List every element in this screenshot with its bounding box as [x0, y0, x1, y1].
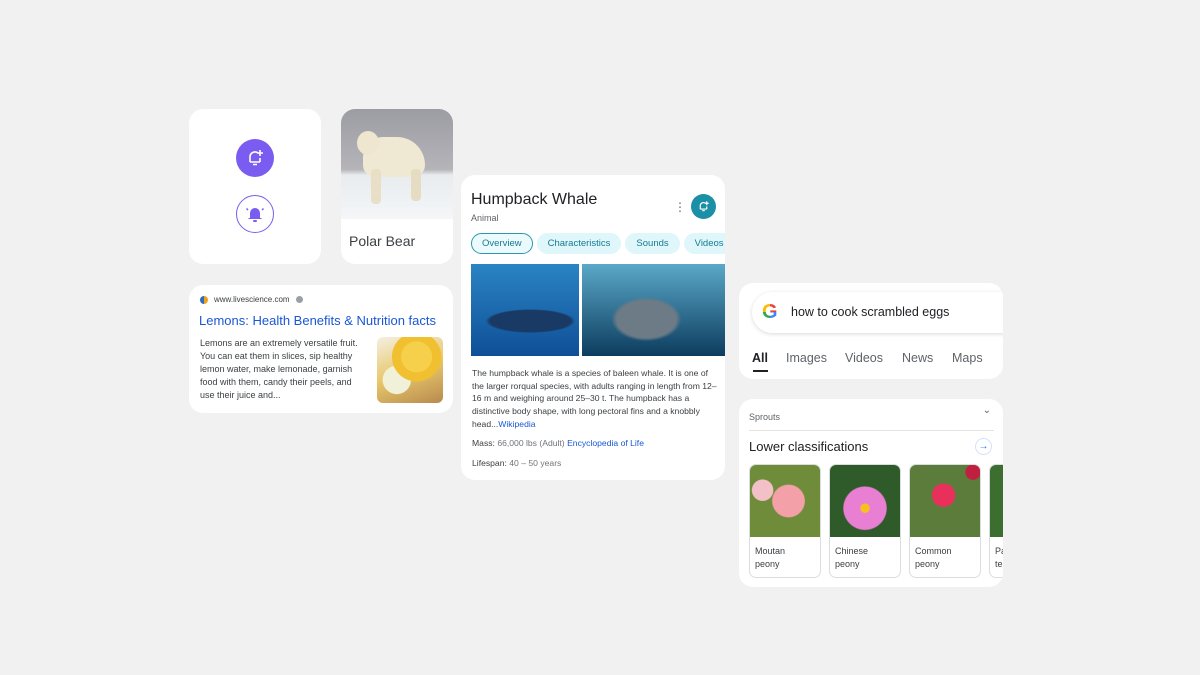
bell-add-icon[interactable] [691, 194, 716, 219]
tab-videos[interactable]: Videos [845, 351, 883, 365]
list-item[interactable]: Common peony [909, 464, 981, 578]
wikipedia-link[interactable]: Wikipedia [498, 419, 535, 429]
google-logo-icon: G [762, 301, 778, 323]
tab-maps[interactable]: Maps [952, 351, 983, 365]
lemon-image [377, 337, 443, 403]
list-item[interactable]: Pater [989, 464, 1003, 578]
tab-all[interactable]: All [752, 351, 768, 365]
info-icon[interactable] [295, 296, 303, 303]
site-favicon-icon [200, 295, 208, 304]
more-options-icon[interactable]: ⋮ [674, 201, 686, 213]
chip-characteristics[interactable]: Characteristics [536, 233, 622, 254]
list-item[interactable]: Moutan peony [749, 464, 821, 578]
bell-add-icon[interactable] [236, 139, 274, 177]
humpback-whale-card: Humpback Whale Animal ⋮ Overview Characte… [461, 175, 725, 480]
list-item[interactable]: Chinese peony [829, 464, 901, 578]
chevron-down-icon[interactable]: ⌄ [983, 405, 991, 416]
lemon-result-card: www.livescience.com Lemons: Health Benef… [189, 285, 453, 413]
entity-description: The humpback whale is a species of balee… [472, 368, 717, 429]
search-query[interactable]: how to cook scrambled eggs [791, 305, 949, 319]
classifications-card: Sprouts ⌄ Lower classifications → Moutan… [739, 399, 1003, 587]
polar-bear-image [341, 109, 453, 219]
polar-bear-card[interactable]: Polar Bear [341, 109, 453, 264]
arrow-right-icon[interactable]: → [975, 438, 992, 455]
active-tab-indicator [753, 370, 768, 372]
sprouts-header[interactable]: Sprouts ⌄ [749, 405, 994, 431]
result-snippet: Lemons are an extremely versatile fruit.… [200, 338, 358, 400]
tab-images[interactable]: Images [786, 351, 827, 365]
entity-subtitle: Animal [471, 213, 499, 223]
alerts-card [189, 109, 321, 264]
chip-overview[interactable]: Overview [471, 233, 533, 254]
search-card: G how to cook scrambled eggs All Images … [739, 283, 1003, 379]
polar-bear-label: Polar Bear [349, 233, 416, 249]
search-box[interactable]: G how to cook scrambled eggs [752, 292, 1003, 333]
chip-row: Overview Characteristics Sounds Videos [471, 233, 725, 254]
whale-image-1[interactable] [471, 264, 579, 356]
eol-link[interactable]: Encyclopedia of Life [567, 438, 644, 448]
mass-row: Mass: 66,000 lbs (Adult) Encyclopedia of… [472, 438, 644, 448]
tab-news[interactable]: News [902, 351, 933, 365]
chip-sounds[interactable]: Sounds [625, 233, 680, 254]
whale-image-2[interactable] [582, 264, 725, 356]
result-title-link[interactable]: Lemons: Health Benefits & Nutrition fact… [199, 313, 436, 328]
site-url[interactable]: www.livescience.com [214, 295, 290, 304]
section-title: Lower classifications [749, 439, 869, 454]
bell-ringing-icon[interactable] [236, 195, 274, 233]
chip-videos[interactable]: Videos [683, 233, 725, 254]
entity-title: Humpback Whale [471, 191, 598, 208]
lifespan-row: Lifespan: 40 – 50 years [472, 458, 562, 468]
